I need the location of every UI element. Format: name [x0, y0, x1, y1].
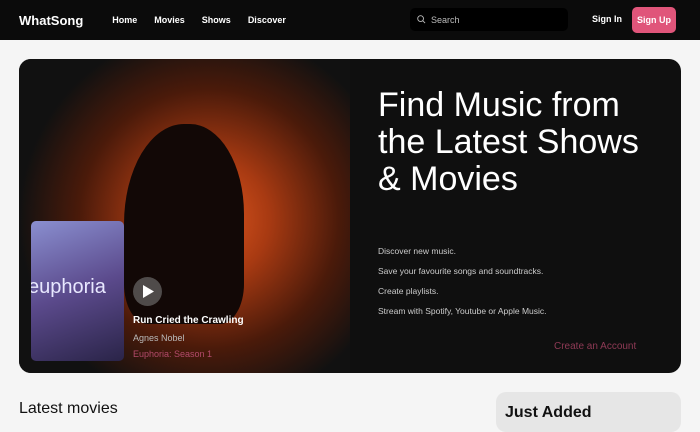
search-icon — [417, 15, 426, 24]
show-poster[interactable]: euphoria — [31, 221, 124, 361]
nav-discover[interactable]: Discover — [248, 15, 286, 25]
top-nav: WhatSong Home Movies Shows Discover Sear… — [0, 0, 700, 40]
nav-shows[interactable]: Shows — [202, 15, 231, 25]
feature-item: Create playlists. — [378, 286, 439, 296]
create-account-link[interactable]: Create an Account — [554, 341, 636, 352]
song-artist[interactable]: Agnes Nobel — [133, 333, 185, 343]
feature-item: Stream with Spotify, Youtube or Apple Mu… — [378, 306, 547, 316]
feature-item: Discover new music. — [378, 246, 456, 256]
just-added-heading: Just Added — [496, 392, 681, 432]
search-placeholder: Search — [431, 14, 460, 25]
latest-movies-heading: Latest movies — [19, 400, 118, 417]
feature-item: Save your favourite songs and soundtrack… — [378, 266, 544, 276]
hero-title: Find Music from the Latest Shows & Movie… — [378, 86, 639, 198]
sign-up-button[interactable]: Sign Up — [632, 7, 676, 33]
sign-in-button[interactable]: Sign In — [592, 14, 622, 24]
nav-movies[interactable]: Movies — [154, 15, 185, 25]
play-button[interactable] — [133, 277, 162, 306]
song-show[interactable]: Euphoria: Season 1 — [133, 349, 212, 359]
hero-banner: euphoria Run Cried the Crawling Agnes No… — [19, 59, 681, 373]
play-icon — [142, 285, 154, 298]
song-title[interactable]: Run Cried the Crawling — [133, 315, 244, 326]
logo[interactable]: WhatSong — [19, 13, 83, 28]
search-input[interactable]: Search — [410, 8, 568, 31]
nav-home[interactable]: Home — [112, 15, 137, 25]
